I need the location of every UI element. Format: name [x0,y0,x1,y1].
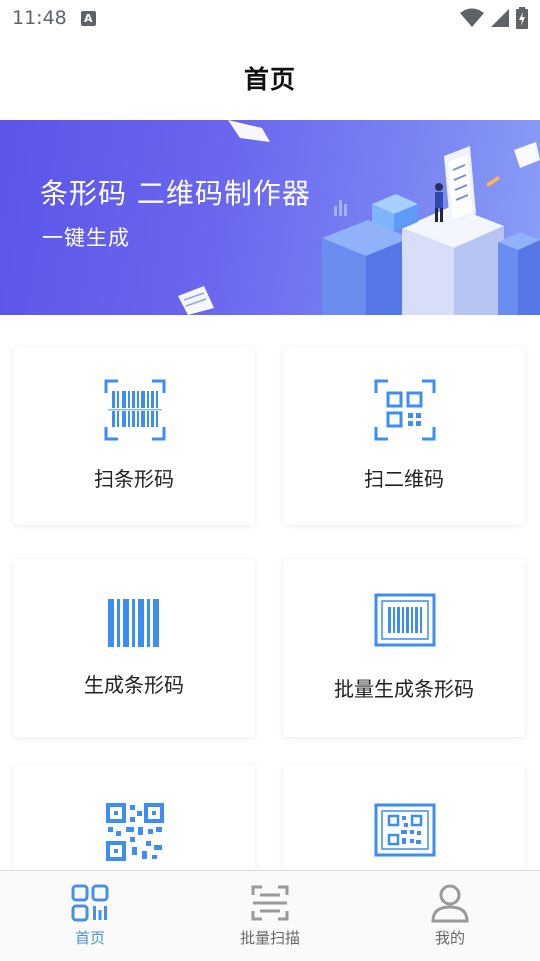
battery-icon [516,7,528,29]
scan-qr-card[interactable]: 扫二维码 [283,347,525,525]
batch-barcode-icon [374,593,436,647]
card-label: 扫二维码 [364,467,444,491]
qr-scan-icon [374,379,436,441]
banner[interactable]: 条形码 二维码制作器 一键生成 [0,120,540,315]
barcode-icon [108,599,159,647]
status-time: 11:48 [12,7,67,29]
status-bar: 11:48 A [0,0,540,36]
tab-label: 首页 [74,929,105,947]
notification-icon: A [80,10,96,26]
app-header: 首页 [0,36,540,120]
batch-generate-qr-card[interactable] [283,765,525,870]
card-label: 批量生成条形码 [334,677,474,701]
tab-label: 我的 [434,929,465,947]
card-label: 扫条形码 [94,467,174,491]
batch-scan-icon [251,885,289,921]
wifi-icon [460,8,484,27]
tab-profile[interactable]: 我的 [360,871,540,961]
banner-illustration [178,120,540,315]
qr-generate-icon [106,803,164,861]
batch-generate-barcode-card[interactable]: 批量生成条形码 [283,559,525,737]
tab-batch-scan[interactable]: 批量扫描 [180,871,360,961]
card-label: 生成条形码 [84,673,184,697]
scan-barcode-card[interactable]: 扫条形码 [13,347,255,525]
barcode-scan-icon [104,379,166,441]
home-qr-icon [71,884,109,922]
page-title: 首页 [243,65,296,94]
profile-icon [431,884,469,923]
batch-qr-icon [374,803,436,857]
banner-title: 条形码 二维码制作器 [40,177,311,210]
feature-grid: 扫条形码 扫二维码 生成条形码 批量生成条形码 [0,315,540,870]
banner-subtitle: 一键生成 [42,226,130,250]
generate-barcode-card[interactable]: 生成条形码 [13,559,255,737]
cellular-signal-icon [491,9,509,27]
tab-home[interactable]: 首页 [0,871,180,961]
tab-label: 批量扫描 [239,929,300,947]
bottom-tab-bar: 首页 批量扫描 我的 [0,870,540,960]
generate-qr-card[interactable] [13,765,255,870]
